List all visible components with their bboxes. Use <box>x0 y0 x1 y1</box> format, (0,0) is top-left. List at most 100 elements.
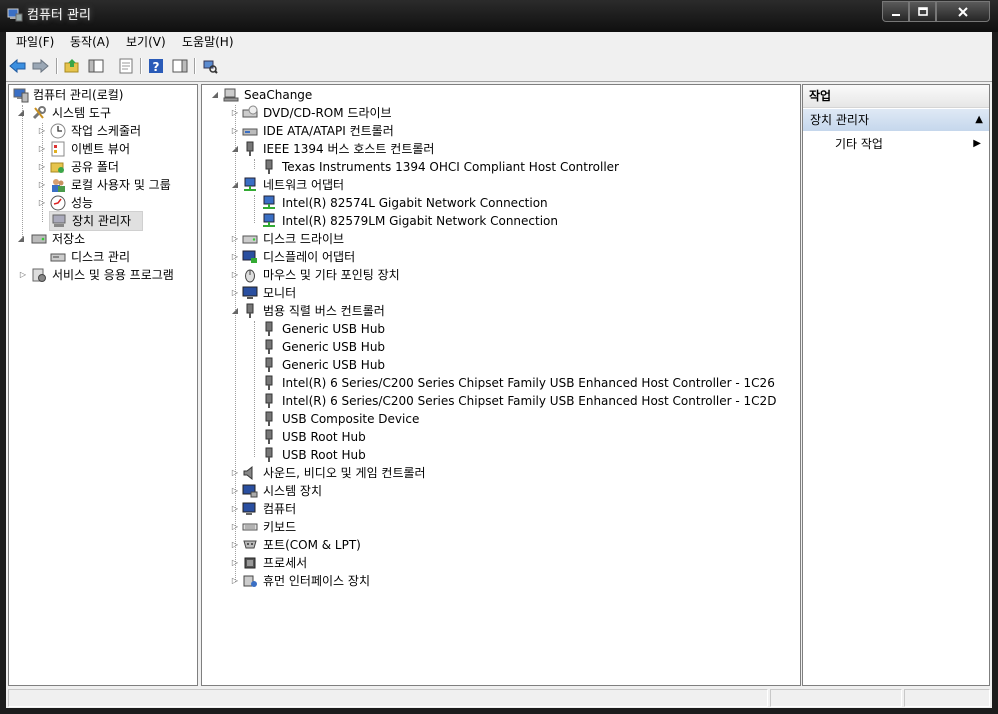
collapse-arrow-icon[interactable]: ◢ <box>16 104 26 122</box>
title-bar[interactable]: 컴퓨터 관리 <box>0 0 998 32</box>
tree-item-local-users-groups[interactable]: ▷ 로컬 사용자 및 그룹 <box>9 176 195 194</box>
back-button[interactable] <box>8 56 28 76</box>
storage-icon <box>31 234 47 244</box>
expand-arrow-icon[interactable]: ▷ <box>230 248 240 266</box>
device-category-ide-ata[interactable]: ▷ IDE ATA/ATAPI 컨트롤러 <box>202 122 792 140</box>
menu-view[interactable]: 보기(V) <box>126 35 166 49</box>
minimize-button[interactable] <box>882 1 909 22</box>
collapse-arrow-icon[interactable]: ◢ <box>16 230 26 248</box>
expand-arrow-icon[interactable]: ▷ <box>230 500 240 518</box>
expand-arrow-icon[interactable]: ▷ <box>230 266 240 284</box>
collapse-arrow-icon[interactable]: ◢ <box>230 302 240 320</box>
device-category-usb-controllers[interactable]: ◢ 범용 직렬 버스 컨트롤러 <box>202 302 792 320</box>
device-category-display-adapters[interactable]: ▷ 디스플레이 어댑터 <box>202 248 792 266</box>
close-button[interactable] <box>936 1 990 22</box>
hid-icon <box>243 575 257 587</box>
device-category-dvd-cdrom[interactable]: ▷ DVD/CD-ROM 드라이브 <box>202 104 792 122</box>
usb-plug-icon <box>265 393 273 408</box>
expand-arrow-icon[interactable]: ▷ <box>230 536 240 554</box>
device-usb-composite[interactable]: USB Composite Device <box>202 410 792 428</box>
device-category-processors[interactable]: ▷ 프로세서 <box>202 554 792 572</box>
expand-arrow-icon[interactable]: ▷ <box>230 122 240 140</box>
device-intel-usb-ehc-1c26[interactable]: Intel(R) 6 Series/C200 Series Chipset Fa… <box>202 374 792 392</box>
device-category-computer[interactable]: ▷ 컴퓨터 <box>202 500 792 518</box>
device-tree-root[interactable]: ◢ SeaChange <box>202 86 792 104</box>
expand-arrow-icon[interactable]: ▷ <box>37 122 47 140</box>
help-button[interactable]: ? <box>146 56 166 76</box>
mouse-icon <box>245 269 255 283</box>
device-category-mice[interactable]: ▷ 마우스 및 기타 포인팅 장치 <box>202 266 792 284</box>
minimize-icon <box>891 13 900 16</box>
tree-item-event-viewer[interactable]: ▷ 이벤트 뷰어 <box>9 140 195 158</box>
status-cell <box>8 689 768 707</box>
tree-item-performance[interactable]: ▷ 성능 <box>9 194 195 212</box>
collapse-arrow-icon[interactable]: ◢ <box>210 86 220 104</box>
menu-file[interactable]: 파일(F) <box>16 35 54 49</box>
device-category-disk-drives[interactable]: ▷ 디스크 드라이브 <box>202 230 792 248</box>
device-ti-1394[interactable]: Texas Instruments 1394 OHCI Compliant Ho… <box>202 158 792 176</box>
actions-more-actions[interactable]: 기타 작업 ▶ <box>803 135 989 153</box>
expand-arrow-icon[interactable]: ▷ <box>37 176 47 194</box>
device-tree[interactable]: ◢ SeaChange ▷ DVD/CD-ROM 드라이브 ▷ IDE ATA/… <box>201 84 801 686</box>
device-category-system-devices[interactable]: ▷ 시스템 장치 <box>202 482 792 500</box>
expand-arrow-icon[interactable]: ▷ <box>230 572 240 590</box>
actions-section-device-manager[interactable]: 장치 관리자 ▲ <box>803 109 989 131</box>
show-hide-console-tree-button[interactable] <box>86 56 106 76</box>
device-generic-usb-hub[interactable]: Generic USB Hub <box>202 356 792 374</box>
expand-arrow-icon[interactable]: ▷ <box>18 266 28 284</box>
device-intel-82579lm[interactable]: Intel(R) 82579LM Gigabit Network Connect… <box>202 212 792 230</box>
processor-icon <box>244 557 256 569</box>
tree-item-device-manager[interactable]: 장치 관리자 <box>49 211 143 231</box>
tree-item-disk-management[interactable]: 디스크 관리 <box>9 248 195 266</box>
device-usb-root-hub[interactable]: USB Root Hub <box>202 428 792 446</box>
device-category-sound-video[interactable]: ▷ 사운드, 비디오 및 게임 컨트롤러 <box>202 464 792 482</box>
show-hide-action-pane-button[interactable] <box>170 56 190 76</box>
device-generic-usb-hub[interactable]: Generic USB Hub <box>202 320 792 338</box>
status-bar <box>6 686 992 708</box>
tree-item-computer-management[interactable]: 컴퓨터 관리(로컬) <box>9 86 195 104</box>
speaker-icon <box>243 465 253 481</box>
expand-arrow-icon[interactable]: ▷ <box>37 158 47 176</box>
show-hide-action-pane-icon <box>172 59 188 73</box>
device-intel-usb-ehc-1c2d[interactable]: Intel(R) 6 Series/C200 Series Chipset Fa… <box>202 392 792 410</box>
expand-arrow-icon[interactable]: ▷ <box>230 230 240 248</box>
device-intel-82574l[interactable]: Intel(R) 82574L Gigabit Network Connecti… <box>202 194 792 212</box>
device-category-network[interactable]: ◢ 네트워크 어댑터 <box>202 176 792 194</box>
device-usb-root-hub[interactable]: USB Root Hub <box>202 446 792 464</box>
display-adapter-icon <box>242 250 257 263</box>
maximize-button[interactable] <box>909 1 936 22</box>
menu-action[interactable]: 동작(A) <box>70 35 110 49</box>
dvd-drive-icon <box>242 105 258 118</box>
expand-arrow-icon[interactable]: ▷ <box>230 554 240 572</box>
device-category-hid[interactable]: ▷ 휴먼 인터페이스 장치 <box>202 572 792 590</box>
console-tree[interactable]: 컴퓨터 관리(로컬) ◢ 시스템 도구 ▷ 작업 스케줄러 ▷ 이벤트 뷰어 ▷ <box>8 84 198 686</box>
expand-arrow-icon[interactable]: ▷ <box>230 104 240 122</box>
forward-button[interactable] <box>30 56 50 76</box>
tree-item-storage[interactable]: ◢ 저장소 <box>9 230 195 248</box>
collapse-arrow-icon[interactable]: ◢ <box>230 140 240 158</box>
collapse-up-arrow-icon[interactable]: ▲ <box>975 109 983 131</box>
device-category-ieee1394[interactable]: ◢ IEEE 1394 버스 호스트 컨트롤러 <box>202 140 792 158</box>
device-category-keyboards[interactable]: ▷ 키보드 <box>202 518 792 536</box>
tree-item-task-scheduler[interactable]: ▷ 작업 스케줄러 <box>9 122 195 140</box>
device-category-monitors[interactable]: ▷ 모니터 <box>202 284 792 302</box>
shared-folder-icon <box>50 162 64 173</box>
performance-icon <box>50 195 66 211</box>
monitor-icon <box>242 286 258 299</box>
expand-arrow-icon[interactable]: ▷ <box>230 464 240 482</box>
properties-button[interactable] <box>116 56 136 76</box>
expand-arrow-icon[interactable]: ▷ <box>230 518 240 536</box>
collapse-arrow-icon[interactable]: ◢ <box>230 176 240 194</box>
tree-item-shared-folders[interactable]: ▷ 공유 폴더 <box>9 158 195 176</box>
up-folder-button[interactable] <box>62 56 82 76</box>
expand-arrow-icon[interactable]: ▷ <box>230 482 240 500</box>
expand-arrow-icon[interactable]: ▷ <box>230 284 240 302</box>
device-generic-usb-hub[interactable]: Generic USB Hub <box>202 338 792 356</box>
expand-arrow-icon[interactable]: ▷ <box>37 140 47 158</box>
expand-arrow-icon[interactable]: ▷ <box>37 194 47 212</box>
tree-item-system-tools[interactable]: ◢ 시스템 도구 <box>9 104 195 122</box>
tree-item-services-applications[interactable]: ▷ 서비스 및 응용 프로그램 <box>9 266 195 284</box>
menu-help[interactable]: 도움말(H) <box>182 35 234 49</box>
device-category-ports[interactable]: ▷ 포트(COM & LPT) <box>202 536 792 554</box>
scan-hardware-button[interactable] <box>200 56 220 76</box>
